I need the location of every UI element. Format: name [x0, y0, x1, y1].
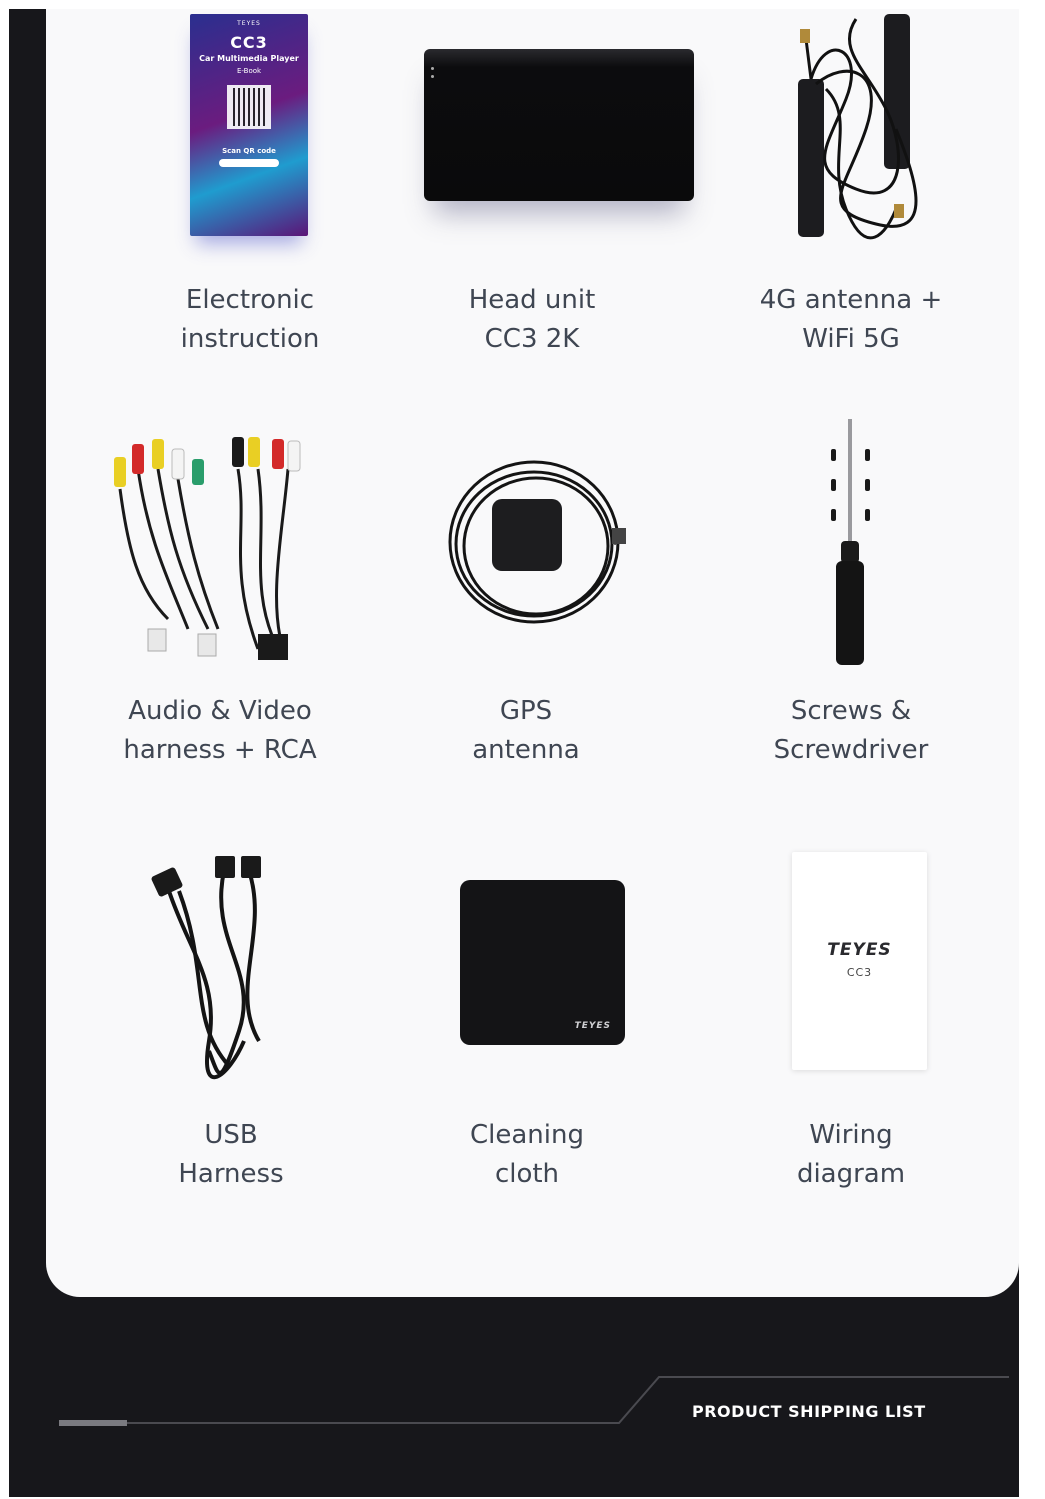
item-cleaning-cloth: TEYES Cleaning cloth: [367, 9, 687, 1209]
item-label: USB Harness: [71, 1116, 391, 1194]
item-label-line2: diagram: [796, 1159, 906, 1189]
item-label-line2: cloth: [494, 1159, 560, 1189]
item-label-line2: Harness: [178, 1159, 284, 1189]
item-label-line1: USB: [204, 1120, 258, 1150]
item-usb-harness: USB Harness: [71, 9, 391, 1209]
item-label-line1: Wiring: [809, 1120, 893, 1150]
footer-title: PRODUCT SHIPPING LIST: [692, 1402, 926, 1421]
item-wiring-diagram: TEYES CC3 Wiring diagram: [691, 9, 1011, 1209]
usb-cable-icon: [151, 856, 261, 1080]
usb-harness-image: [149, 851, 279, 1081]
cloth-logo: TEYES: [574, 1021, 611, 1031]
item-label-line1: Cleaning: [470, 1120, 584, 1150]
item-label: Cleaning cloth: [367, 1116, 687, 1194]
item-label: Wiring diagram: [691, 1116, 1011, 1194]
cleaning-cloth-image: TEYES: [460, 880, 625, 1045]
wiring-card-model: CC3: [846, 966, 873, 979]
shipping-list-card: TEYES CC3 Car Multimedia Player E-Book S…: [46, 9, 1019, 1297]
page-frame: TEYES CC3 Car Multimedia Player E-Book S…: [9, 9, 1019, 1497]
wiring-diagram-image: TEYES CC3: [792, 852, 927, 1070]
wiring-card-logo: TEYES: [827, 940, 892, 960]
